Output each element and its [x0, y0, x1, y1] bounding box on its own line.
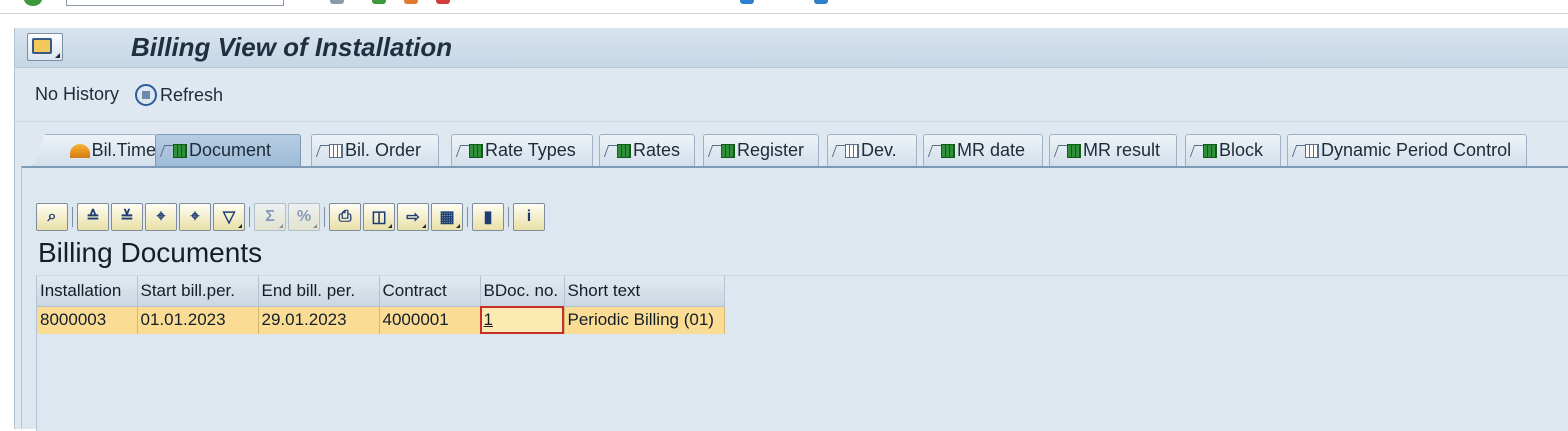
- views-icon[interactable]: ◫: [363, 203, 395, 231]
- save-icon[interactable]: [330, 0, 344, 4]
- table-green-icon: [1067, 143, 1081, 158]
- find-next-icon[interactable]: ⌖: [179, 203, 211, 231]
- help-icon[interactable]: [814, 0, 828, 4]
- alv-grid: Installation Start bill.per. End bill. p…: [36, 276, 1568, 431]
- export-icon[interactable]: ⇨: [397, 203, 429, 231]
- info-icon[interactable]: i: [513, 203, 545, 231]
- separator: [249, 207, 250, 227]
- table-green-icon: [173, 143, 187, 158]
- tab-rate-types[interactable]: Rate Types: [451, 134, 593, 166]
- grid-toolbar: ⌕ ≙ ≚ ⌖ ⌖ ▽ Σ % ⎙ ◫ ⇨ ▦ ▮ i: [36, 202, 547, 232]
- column-header-short-text[interactable]: Short text: [564, 276, 725, 307]
- table-green-icon: [721, 143, 735, 158]
- tab-label: Bil. Order: [345, 140, 422, 160]
- column-header-installation[interactable]: Installation: [37, 276, 138, 307]
- no-history-button[interactable]: No History: [35, 84, 119, 105]
- refresh-label: Refresh: [160, 84, 224, 105]
- tab-label: Dev.: [861, 140, 897, 160]
- system-toolbar: [0, 0, 1568, 14]
- menu-icon: [32, 38, 52, 54]
- table-icon: [1305, 143, 1319, 158]
- subtotal-icon[interactable]: %: [288, 203, 320, 231]
- layout-icon[interactable]: ▦: [431, 203, 463, 231]
- tab-dev[interactable]: Dev.: [827, 134, 917, 166]
- separator: [508, 207, 509, 227]
- tab-label: Rates: [633, 140, 681, 160]
- column-header-bdoc-no[interactable]: BDoc. no.: [480, 276, 565, 307]
- cell-start-bill-per[interactable]: 01.01.2023: [137, 306, 259, 334]
- cell-end-bill-per[interactable]: 29.01.2023: [258, 306, 380, 334]
- main-window: Billing View of Installation No History …: [14, 28, 1568, 431]
- total-icon[interactable]: Σ: [254, 203, 286, 231]
- tab-block[interactable]: Block: [1185, 134, 1281, 166]
- filter-icon[interactable]: ▽: [213, 203, 245, 231]
- tab-label: Block: [1219, 140, 1264, 160]
- table-green-icon: [1203, 143, 1217, 158]
- tab-label: MR result: [1083, 140, 1161, 160]
- table-green-icon: [469, 143, 483, 158]
- tab-label: Document: [189, 140, 272, 160]
- tab-bil-time[interactable]: Bil.Time: [33, 134, 157, 166]
- cell-contract[interactable]: 4000001: [379, 306, 481, 334]
- tab-rates[interactable]: Rates: [599, 134, 695, 166]
- tab-mr-result[interactable]: MR result: [1049, 134, 1177, 166]
- cell-bdoc-no-link[interactable]: 1: [480, 306, 565, 334]
- menu-button[interactable]: [27, 33, 63, 61]
- exit-icon[interactable]: [404, 0, 418, 4]
- tab-label: Rate Types: [485, 140, 576, 160]
- table-green-icon: [617, 143, 631, 158]
- table-icon: [845, 143, 859, 158]
- tab-label: Bil.Time: [91, 140, 156, 160]
- separator: [72, 207, 73, 227]
- graphic-icon[interactable]: ▮: [472, 203, 504, 231]
- tab-label: Dynamic Period Control: [1321, 140, 1512, 160]
- column-header-contract[interactable]: Contract: [379, 276, 481, 307]
- cell-short-text[interactable]: Periodic Billing (01): [564, 306, 725, 334]
- separator: [467, 207, 468, 227]
- print-icon[interactable]: ⎙: [329, 203, 361, 231]
- page-title: Billing View of Installation: [131, 32, 453, 62]
- grid-title: Billing Documents: [38, 237, 263, 268]
- back-icon[interactable]: [372, 0, 386, 4]
- sort-ascending-icon[interactable]: ≙: [77, 203, 109, 231]
- column-header-end-bill-per[interactable]: End bill. per.: [258, 276, 380, 307]
- table-row[interactable]: 8000003 01.01.2023 29.01.2023 4000001 1 …: [37, 306, 725, 334]
- dropdown-corner-icon: [55, 53, 60, 58]
- refresh-icon: [135, 84, 157, 106]
- tab-content: ⌕ ≙ ≚ ⌖ ⌖ ▽ Σ % ⎙ ◫ ⇨ ▦ ▮ i Billing Docu…: [21, 166, 1568, 431]
- title-bar: Billing View of Installation: [15, 28, 1568, 68]
- tab-label: Register: [737, 140, 805, 160]
- separator: [324, 207, 325, 227]
- create-session-icon[interactable]: [740, 0, 754, 4]
- table-green-icon: [941, 143, 955, 158]
- sun-icon: [70, 143, 90, 158]
- enter-icon[interactable]: [24, 0, 42, 6]
- tab-mr-date[interactable]: MR date: [923, 134, 1043, 166]
- cancel-icon[interactable]: [436, 0, 450, 4]
- sort-descending-icon[interactable]: ≚: [111, 203, 143, 231]
- details-icon[interactable]: ⌕: [36, 203, 68, 231]
- cell-installation[interactable]: 8000003: [37, 306, 138, 334]
- find-icon[interactable]: ⌖: [145, 203, 177, 231]
- refresh-button[interactable]: Refresh: [135, 84, 223, 106]
- no-history-label: No History: [35, 84, 120, 104]
- application-toolbar: No History Refresh: [15, 68, 1568, 122]
- column-header-start-bill-per[interactable]: Start bill.per.: [137, 276, 259, 307]
- tab-label: MR date: [957, 140, 1026, 160]
- billing-documents-table: Installation Start bill.per. End bill. p…: [37, 276, 725, 334]
- tab-register[interactable]: Register: [703, 134, 819, 166]
- tab-document[interactable]: Document: [155, 134, 301, 166]
- table-icon: [329, 143, 343, 158]
- tab-bil-order[interactable]: Bil. Order: [311, 134, 439, 166]
- tab-strip: Bil.Time Document Bil. Order Rate Types …: [15, 134, 1568, 166]
- header-row: Installation Start bill.per. End bill. p…: [37, 276, 725, 307]
- command-field[interactable]: [66, 0, 284, 6]
- tab-dynamic-period-control[interactable]: Dynamic Period Control: [1287, 134, 1527, 166]
